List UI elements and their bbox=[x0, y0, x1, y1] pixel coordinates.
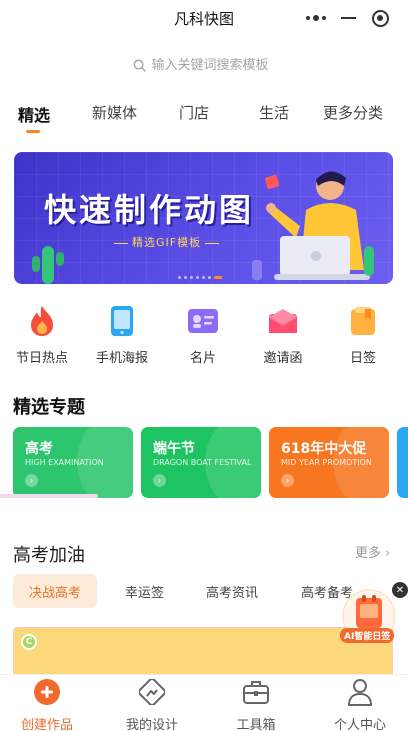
arrow-right-icon: › bbox=[25, 474, 38, 487]
tab-featured[interactable]: 精选 bbox=[18, 102, 50, 126]
more-dots-icon bbox=[306, 15, 326, 21]
toolbox-icon bbox=[243, 681, 269, 704]
tab-new-media[interactable]: 新媒体 bbox=[92, 102, 137, 123]
quick-holiday-hotspot[interactable]: 节日热点 bbox=[2, 305, 82, 366]
cards-scroll-indicator bbox=[0, 494, 98, 498]
more-options-button[interactable] bbox=[300, 5, 332, 31]
quick-invitation[interactable]: 邀请函 bbox=[243, 305, 323, 366]
card-618-promotion[interactable]: 618年中大促 MID YEAR PROMOTION › bbox=[269, 427, 389, 498]
c-badge-icon: C bbox=[21, 634, 37, 650]
banner-subline: 精选GIF模板 bbox=[110, 234, 223, 250]
close-icon[interactable]: ✕ bbox=[392, 582, 408, 598]
ai-widget-label: AI智能日签 bbox=[340, 628, 395, 643]
fire-icon bbox=[31, 306, 53, 336]
tab-more-categories[interactable]: 更多分类 bbox=[323, 102, 383, 123]
category-tabs: 精选 新媒体 门店 生活 更多分类 bbox=[0, 100, 408, 134]
minimize-button[interactable] bbox=[332, 5, 364, 31]
cactus-illustration bbox=[32, 246, 64, 284]
nav-toolbox[interactable]: 工具箱 bbox=[216, 678, 296, 731]
search-icon bbox=[133, 59, 146, 72]
plus-circle-icon bbox=[34, 679, 60, 705]
banner-pagination bbox=[178, 276, 222, 279]
designer-illustration bbox=[252, 171, 374, 280]
quick-actions: 节日热点 手机海报 名片 邀请函 日签 bbox=[0, 305, 408, 375]
nav-profile[interactable]: 个人中心 bbox=[320, 678, 400, 731]
card-icon bbox=[188, 309, 218, 333]
quick-business-card[interactable]: 名片 bbox=[163, 305, 243, 366]
chevron-right-icon: › bbox=[385, 546, 391, 561]
template-preview[interactable]: C bbox=[13, 627, 393, 675]
search-bar[interactable] bbox=[0, 58, 408, 73]
subtab-lucky-sign[interactable]: 幸运签 bbox=[109, 574, 180, 608]
tab-life[interactable]: 生活 bbox=[259, 102, 289, 123]
subtab-exam-news[interactable]: 高考资讯 bbox=[190, 574, 274, 608]
featured-section-title: 精选专题 bbox=[13, 397, 85, 418]
subtab-final-exam[interactable]: 决战高考 bbox=[13, 574, 98, 608]
user-icon bbox=[348, 679, 372, 706]
card-dragon-boat[interactable]: 端午节 DRAGON BOAT FESTIVAL › bbox=[141, 427, 261, 498]
more-link[interactable]: 更多 › bbox=[355, 542, 390, 561]
featured-cards: 高考 HIGH EXAMINATION › 端午节 DRAGON BOAT FE… bbox=[13, 427, 408, 499]
target-icon bbox=[371, 9, 389, 27]
phone-icon bbox=[111, 306, 133, 336]
close-program-button[interactable] bbox=[364, 5, 396, 31]
tab-store[interactable]: 门店 bbox=[179, 102, 209, 123]
bottom-navigation: 创建作品 我的设计 工具箱 个人中心 bbox=[0, 674, 408, 731]
nav-my-designs[interactable]: 我的设计 bbox=[112, 678, 192, 731]
card-gaokao[interactable]: 高考 HIGH EXAMINATION › bbox=[13, 427, 133, 498]
banner-headline: 快速制作动图 bbox=[44, 191, 255, 229]
image-icon bbox=[139, 679, 165, 705]
active-tab-indicator bbox=[26, 130, 40, 133]
arrow-right-icon: › bbox=[281, 474, 294, 487]
quick-daily-sign[interactable]: 日签 bbox=[323, 305, 403, 366]
minus-icon bbox=[340, 17, 356, 19]
gaokao-section-title: 高考加油 bbox=[13, 545, 85, 566]
quick-phone-poster[interactable]: 手机海报 bbox=[82, 305, 162, 366]
mini-program-capsule bbox=[300, 5, 396, 31]
envelope-icon bbox=[269, 309, 297, 333]
title-bar: 凡科快图 bbox=[0, 0, 408, 36]
search-input[interactable] bbox=[151, 58, 276, 73]
promo-banner[interactable]: 快速制作动图 精选GIF模板 bbox=[14, 152, 393, 284]
card-partial[interactable] bbox=[397, 427, 408, 498]
nav-create[interactable]: 创建作品 bbox=[7, 678, 87, 731]
arrow-right-icon: › bbox=[153, 474, 166, 487]
calendar-icon bbox=[351, 307, 375, 335]
